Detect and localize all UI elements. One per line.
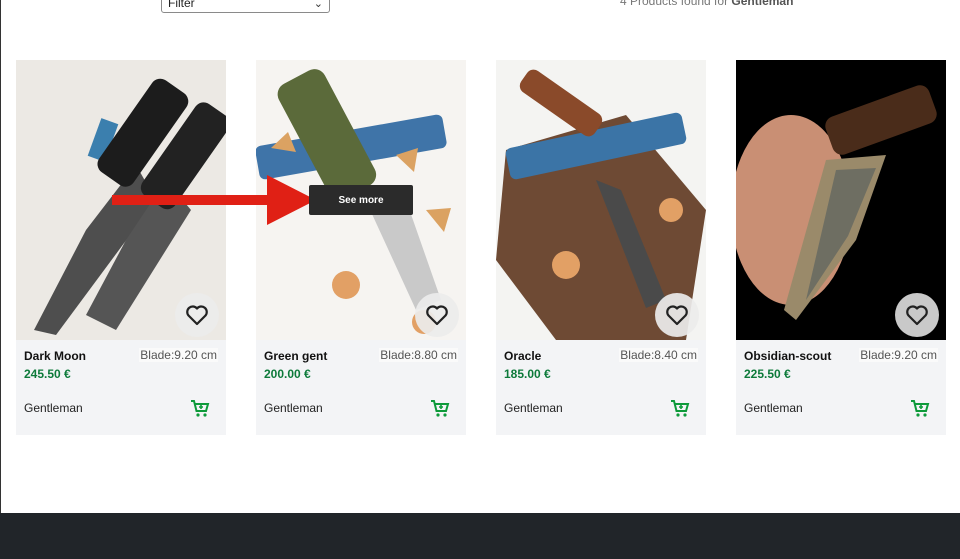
heart-icon (186, 305, 208, 326)
results-query: Gentleman (731, 0, 794, 8)
product-image[interactable] (496, 60, 706, 340)
footer (0, 513, 960, 559)
cart-icon[interactable] (910, 398, 930, 418)
blade-length: Blade:9.20 cm (859, 348, 938, 362)
results-count: 4 Products found for Gentleman (620, 0, 793, 8)
product-brand: Gentleman (264, 401, 323, 415)
blade-length: Blade:9.20 cm (139, 348, 218, 362)
see-more-button[interactable]: See more (309, 185, 413, 215)
product-card[interactable]: Dark Moon Blade:9.20 cm 245.50 € Gentlem… (16, 60, 226, 435)
product-price: 185.00 € (504, 367, 551, 381)
heart-icon (666, 305, 688, 326)
favorite-button[interactable] (415, 293, 459, 337)
product-price: 225.50 € (744, 367, 791, 381)
product-card[interactable]: Oracle Blade:8.40 cm 185.00 € Gentleman (496, 60, 706, 435)
blade-length: Blade:8.40 cm (619, 348, 698, 362)
results-count-text: 4 Products found for (620, 0, 729, 8)
product-brand: Gentleman (24, 401, 83, 415)
product-card[interactable]: Obsidian-scout Blade:9.20 cm 225.50 € Ge… (736, 60, 946, 435)
product-name[interactable]: Green gent (264, 349, 327, 363)
product-card[interactable]: Green gent Blade:8.80 cm 200.00 € Gentle… (256, 60, 466, 435)
annotation-arrow-icon (112, 175, 316, 225)
product-name[interactable]: Dark Moon (24, 349, 86, 363)
filter-select[interactable]: Filter ⌄ (161, 0, 330, 13)
cart-icon[interactable] (190, 398, 210, 418)
blade-length: Blade:8.80 cm (379, 348, 458, 362)
product-name[interactable]: Oracle (504, 349, 541, 363)
favorite-button[interactable] (655, 293, 699, 337)
heart-icon (906, 305, 928, 326)
cart-icon[interactable] (670, 398, 690, 418)
product-image[interactable] (736, 60, 946, 340)
page-left-border (0, 0, 1, 513)
chevron-down-icon: ⌄ (313, 0, 323, 10)
filter-select-label: Filter (168, 0, 195, 10)
product-brand: Gentleman (504, 401, 563, 415)
product-price: 200.00 € (264, 367, 311, 381)
heart-icon (426, 305, 448, 326)
favorite-button[interactable] (895, 293, 939, 337)
cart-icon[interactable] (430, 398, 450, 418)
favorite-button[interactable] (175, 293, 219, 337)
product-price: 245.50 € (24, 367, 71, 381)
product-name[interactable]: Obsidian-scout (744, 349, 831, 363)
product-brand: Gentleman (744, 401, 803, 415)
